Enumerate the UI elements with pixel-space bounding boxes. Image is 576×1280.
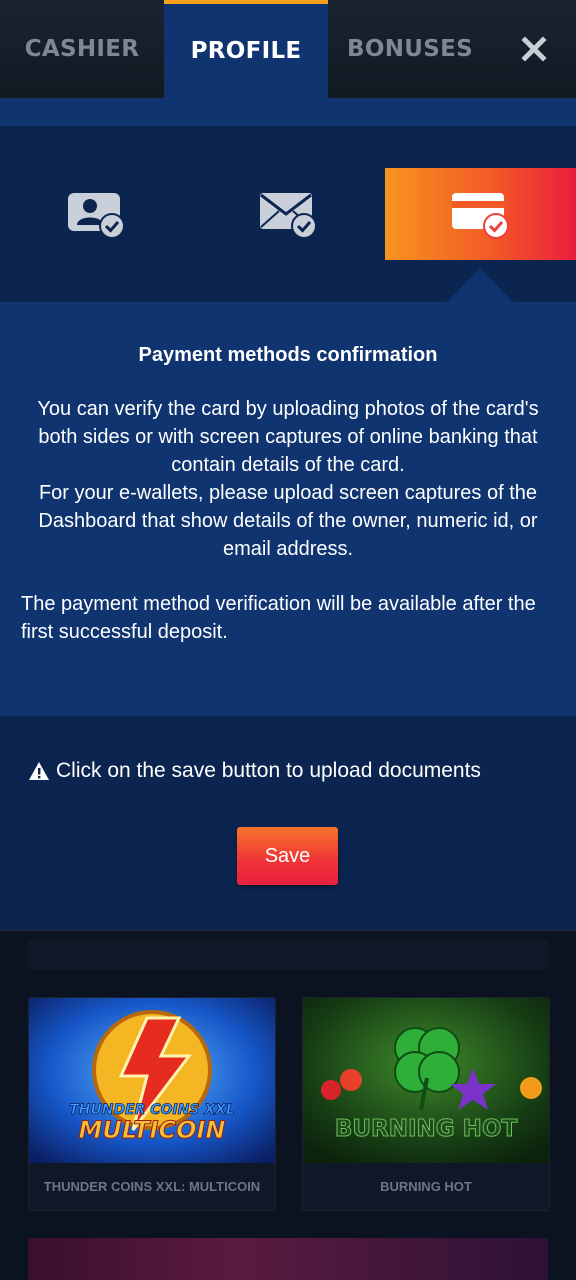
tab-cashier[interactable]: CASHIER: [0, 0, 164, 98]
close-icon: [521, 36, 547, 62]
top-tab-bar: CASHIER PROFILE BONUSES: [0, 0, 576, 98]
game-logo-text: BURNING HOT: [335, 1116, 518, 1142]
game-thumbnail: THUNDER COINS XXL MULTICOIN: [29, 998, 275, 1163]
upload-warning: Click on the save button to upload docum…: [28, 759, 481, 783]
info-title: Payment methods confirmation: [138, 344, 438, 366]
save-button[interactable]: Save: [237, 827, 338, 885]
tab-profile[interactable]: PROFILE: [164, 0, 328, 98]
tab-bonuses[interactable]: BONUSES: [328, 0, 492, 98]
info-panel: Payment methods confirmation You can ver…: [0, 302, 576, 716]
game-thumbnail: BURNING HOT: [303, 998, 549, 1163]
step-email[interactable]: [192, 168, 384, 260]
info-description: You can verify the card by uploading pho…: [37, 398, 539, 560]
game-card-thunder-coins[interactable]: THUNDER COINS XXL MULTICOIN THUNDER COIN…: [28, 997, 276, 1211]
lobby-filter-bar: [28, 940, 548, 970]
game-card-partial[interactable]: [28, 1238, 548, 1280]
game-card-burning-hot[interactable]: BURNING HOT BURNING HOT: [302, 997, 550, 1211]
upload-section: Click on the save button to upload docum…: [0, 716, 576, 931]
game-logo-subtext: MULTICOIN: [78, 1116, 225, 1144]
upload-warning-text: Click on the save button to upload docum…: [56, 759, 481, 782]
credit-card-check-icon: [451, 193, 509, 239]
verification-steps: [0, 126, 576, 302]
step-identity[interactable]: [0, 168, 192, 260]
id-card-check-icon: [68, 193, 125, 239]
info-note: The payment method verification will be …: [21, 593, 536, 643]
active-step-pointer: [447, 268, 513, 302]
tab-underline-strip: [0, 98, 576, 126]
close-button[interactable]: [492, 0, 576, 98]
envelope-check-icon: [260, 193, 317, 239]
game-name: BURNING HOT: [380, 1179, 472, 1194]
step-payment-methods[interactable]: [385, 168, 576, 260]
warning-icon: [29, 762, 49, 780]
game-name: THUNDER COINS XXL: MULTICOIN: [43, 1179, 261, 1194]
